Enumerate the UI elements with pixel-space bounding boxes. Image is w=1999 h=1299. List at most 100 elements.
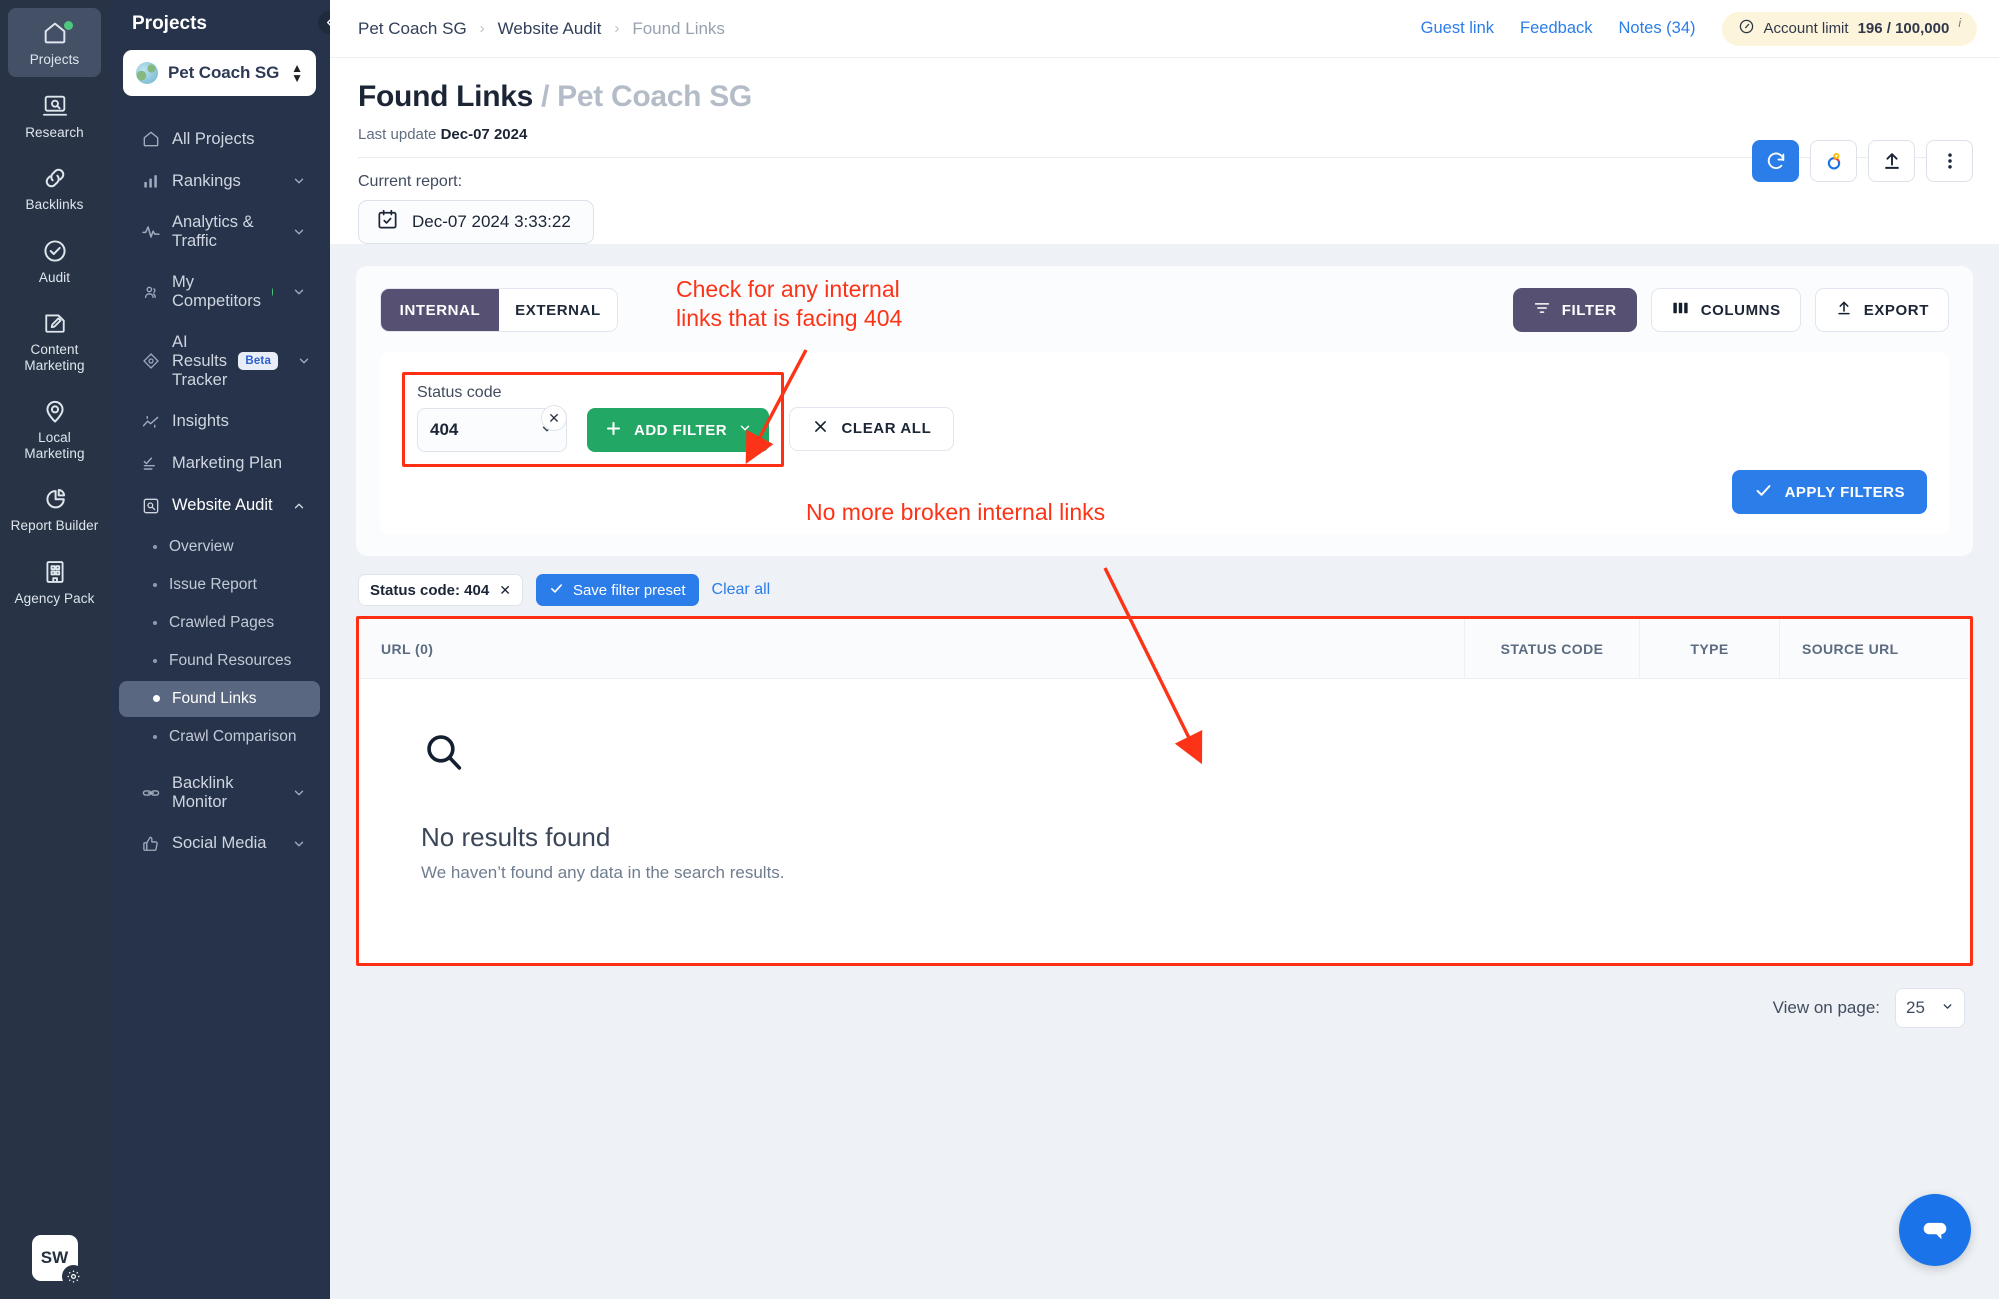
save-filter-preset-button[interactable]: Save filter preset bbox=[535, 574, 699, 606]
status-code-label: Status code bbox=[417, 384, 502, 401]
sidebar-item-label: My Competitors bbox=[172, 272, 261, 310]
sidebar-item-label: Backlink Monitor bbox=[172, 773, 234, 811]
sidebar-item-overview[interactable]: Overview bbox=[119, 529, 320, 565]
active-filter-chip[interactable]: Status code: 404 ✕ bbox=[358, 574, 523, 606]
project-selector[interactable]: Pet Coach SG ▲ ▼ bbox=[123, 50, 316, 96]
pagination-controls: View on page: 25 bbox=[356, 966, 1973, 1028]
column-header-url[interactable]: URL (0) bbox=[359, 619, 1465, 678]
sidebar-item-all-projects[interactable]: All Projects bbox=[119, 118, 320, 160]
sidebar-item-marketing-plan[interactable]: Marketing Plan bbox=[119, 443, 320, 485]
export-button[interactable]: EXPORT bbox=[1814, 288, 1949, 332]
notes-link[interactable]: Notes (34) bbox=[1619, 19, 1696, 38]
active-filter-chip-label: Status code: 404 bbox=[370, 581, 490, 599]
sidebar-subitem-label: Crawl Comparison bbox=[169, 727, 297, 745]
page-title-sep: / bbox=[541, 80, 550, 113]
rail-item-content-marketing[interactable]: Content Marketing bbox=[8, 298, 101, 382]
upload-button[interactable] bbox=[1868, 140, 1915, 182]
close-icon[interactable]: ✕ bbox=[499, 582, 511, 599]
sidebar-item-crawled-pages[interactable]: Crawled Pages bbox=[119, 605, 320, 641]
tab-internal[interactable]: INTERNAL bbox=[381, 289, 499, 331]
chevron-up-icon bbox=[292, 499, 306, 513]
sidebar-item-website-audit[interactable]: Website Audit bbox=[119, 485, 320, 527]
chevron-down-icon bbox=[292, 285, 306, 299]
rail-item-backlinks[interactable]: Backlinks bbox=[8, 153, 101, 222]
info-icon[interactable]: i bbox=[1958, 16, 1961, 30]
clear-all-link[interactable]: Clear all bbox=[712, 581, 771, 599]
avatar-initials: SW bbox=[40, 1248, 69, 1267]
annotation-text-2: No more broken internal links bbox=[806, 499, 1106, 525]
beta-badge: Beta bbox=[238, 352, 279, 371]
sidebar-item-rankings[interactable]: Rankings bbox=[119, 160, 320, 202]
breadcrumb-item-project[interactable]: Pet Coach SG bbox=[358, 19, 467, 39]
empty-state-title: No results found bbox=[421, 822, 611, 852]
guest-link[interactable]: Guest link bbox=[1421, 19, 1494, 38]
gear-icon[interactable] bbox=[61, 1265, 85, 1288]
breadcrumb-separator-icon: › bbox=[479, 20, 485, 37]
add-filter-button[interactable]: ADD FILTER bbox=[587, 408, 770, 452]
sidebar-item-found-links[interactable]: Found Links bbox=[119, 680, 320, 717]
pie-chart-icon bbox=[41, 485, 69, 513]
view-on-page-label: View on page: bbox=[1772, 998, 1880, 1017]
bullet-icon bbox=[153, 620, 157, 625]
refresh-button[interactable] bbox=[1752, 140, 1799, 182]
rail-item-label: Research bbox=[25, 124, 84, 140]
column-header-type[interactable]: TYPE bbox=[1640, 619, 1780, 678]
apply-filters-label: APPLY FILTERS bbox=[1784, 483, 1905, 501]
sidebar: Projects Pet Coach SG ▲ ▼ All Projects Ra… bbox=[109, 0, 330, 1299]
ai-node-icon bbox=[141, 351, 161, 371]
column-header-source-url[interactable]: SOURCE URL bbox=[1780, 619, 1970, 678]
page-title: Found Links / Pet Coach SG bbox=[358, 80, 1971, 114]
sidebar-item-crawl-comparison[interactable]: Crawl Comparison bbox=[119, 719, 320, 755]
filter-button[interactable]: FILTER bbox=[1512, 288, 1637, 332]
breadcrumb: Pet Coach SG › Website Audit › Found Lin… bbox=[358, 19, 725, 39]
google-search-console-button[interactable] bbox=[1810, 140, 1857, 182]
column-header-status-code[interactable]: STATUS CODE bbox=[1465, 619, 1640, 678]
tab-external[interactable]: EXTERNAL bbox=[499, 289, 617, 331]
map-pin-icon bbox=[41, 397, 69, 425]
rail-item-agency-pack[interactable]: Agency Pack bbox=[8, 547, 101, 616]
bullet-icon bbox=[153, 695, 160, 703]
remove-filter-button[interactable]: ✕ bbox=[541, 405, 567, 431]
sidebar-item-backlink-monitor[interactable]: Backlink Monitor bbox=[119, 763, 320, 823]
rail-item-projects[interactable]: Projects bbox=[8, 8, 101, 77]
rail-item-research[interactable]: Research bbox=[8, 81, 101, 150]
status-dot-icon bbox=[64, 21, 73, 30]
panel-toolbar: INTERNAL EXTERNAL FILTER COLUMNS EXPORT bbox=[380, 288, 1949, 332]
clear-all-button[interactable]: CLEAR ALL bbox=[788, 406, 955, 451]
rail-item-report-builder[interactable]: Report Builder bbox=[8, 474, 101, 543]
current-report-selector[interactable]: Dec-07 2024 3:33:22 bbox=[358, 200, 594, 244]
chevron-down-icon bbox=[297, 354, 311, 368]
bullet-icon bbox=[153, 582, 157, 587]
sidebar-item-social-media[interactable]: Social Media bbox=[119, 823, 320, 865]
sidebar-item-ai-results-tracker[interactable]: AI Results Tracker Beta bbox=[119, 322, 320, 401]
sidebar-item-found-resources[interactable]: Found Resources bbox=[119, 643, 320, 679]
account-limit-badge[interactable]: Account limit 196 / 100,000 i bbox=[1721, 11, 1977, 46]
bullet-icon bbox=[153, 544, 157, 549]
content-area: INTERNAL EXTERNAL FILTER COLUMNS EXPORT … bbox=[330, 244, 1999, 1299]
page-size-value: 25 bbox=[1906, 998, 1925, 1017]
sidebar-item-insights[interactable]: Insights bbox=[119, 401, 320, 443]
feedback-link[interactable]: Feedback bbox=[1520, 19, 1592, 38]
chat-support-button[interactable] bbox=[1899, 1194, 1971, 1266]
status-dot-icon bbox=[271, 287, 273, 296]
chevron-down-icon bbox=[292, 174, 306, 188]
pencil-square-icon bbox=[41, 309, 69, 337]
rail-item-label: Backlinks bbox=[25, 197, 84, 213]
sidebar-item-my-competitors[interactable]: My Competitors bbox=[119, 262, 320, 322]
sidebar-item-issue-report[interactable]: Issue Report bbox=[119, 567, 320, 603]
rail-item-audit[interactable]: Audit bbox=[8, 226, 101, 295]
filter-controls: 404 ADD FILTER bbox=[417, 408, 770, 452]
rail-item-local-marketing[interactable]: Local Marketing bbox=[8, 386, 101, 470]
breadcrumb-item-website-audit[interactable]: Website Audit bbox=[498, 19, 602, 39]
page-size-select[interactable]: 25 bbox=[1895, 988, 1965, 1028]
more-options-button[interactable] bbox=[1926, 140, 1973, 182]
sidebar-item-analytics-traffic[interactable]: Analytics & Traffic bbox=[119, 202, 320, 262]
sidebar-item-label: Website Audit bbox=[172, 496, 273, 515]
apply-filters-button[interactable]: APPLY FILTERS bbox=[1731, 470, 1927, 514]
rail-item-label: Report Builder bbox=[10, 518, 99, 534]
avatar[interactable]: SW bbox=[31, 1235, 85, 1288]
links-panel: INTERNAL EXTERNAL FILTER COLUMNS EXPORT … bbox=[356, 266, 1973, 556]
account-limit-label: Account limit bbox=[1763, 20, 1849, 37]
columns-button[interactable]: COLUMNS bbox=[1650, 288, 1801, 332]
current-report-value: Dec-07 2024 3:33:22 bbox=[412, 212, 571, 231]
